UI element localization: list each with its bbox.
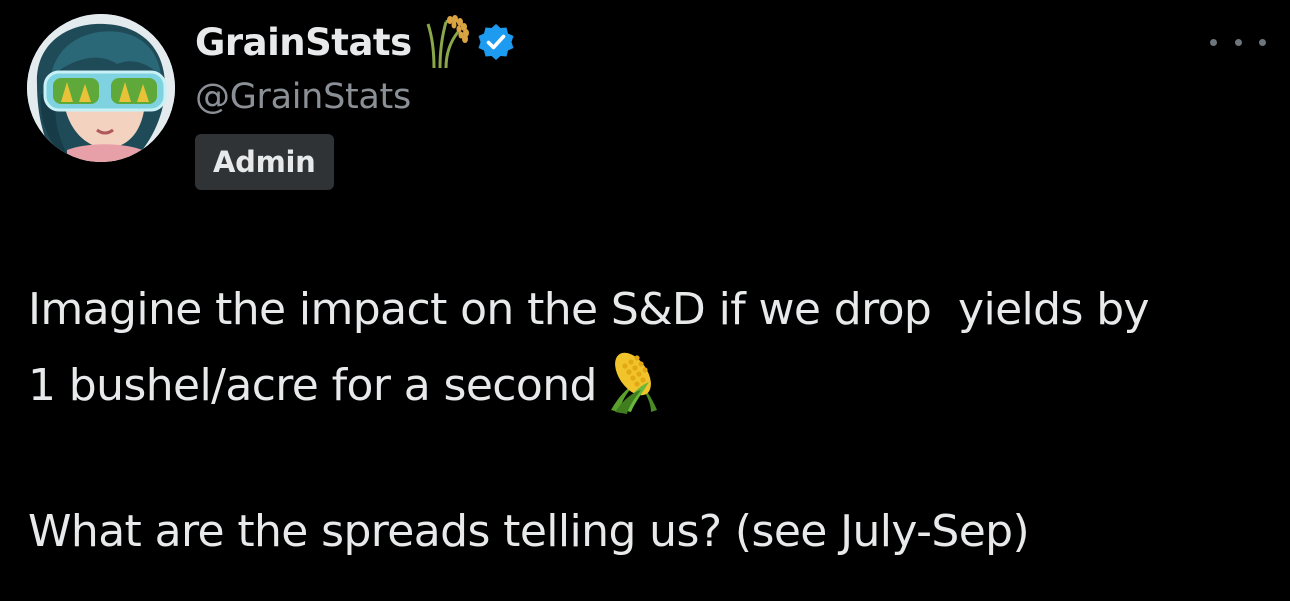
- verified-badge-icon[interactable]: [476, 22, 516, 62]
- rice-sheaf-icon: [424, 14, 470, 70]
- corn-icon: [605, 348, 667, 414]
- more-dot: [1210, 38, 1217, 46]
- tweet: GrainStats @GrainStats Admin Imagine the…: [0, 0, 1290, 601]
- tweet-text: Imagine the impact on the S&D if we drop…: [28, 272, 1278, 570]
- name-row: GrainStats: [195, 14, 516, 70]
- avatar[interactable]: [27, 14, 175, 162]
- display-name[interactable]: GrainStats: [195, 21, 412, 64]
- tweet-header: GrainStats @GrainStats Admin: [195, 14, 516, 190]
- tweet-text-line-with-emoji: 1 bushel/acre for a second: [28, 348, 1278, 424]
- more-options-icon[interactable]: [1210, 28, 1266, 56]
- tweet-text-line: 1 bushel/acre for a second: [28, 360, 597, 411]
- more-dot: [1234, 38, 1242, 46]
- avatar-image: [27, 14, 175, 162]
- admin-badge: Admin: [195, 134, 334, 190]
- more-dot: [1259, 38, 1266, 46]
- tweet-text-line: Imagine the impact on the S&D if we drop…: [28, 284, 1150, 335]
- user-handle[interactable]: @GrainStats: [195, 72, 516, 122]
- tweet-text-line: What are the spreads telling us? (see Ju…: [28, 506, 1030, 557]
